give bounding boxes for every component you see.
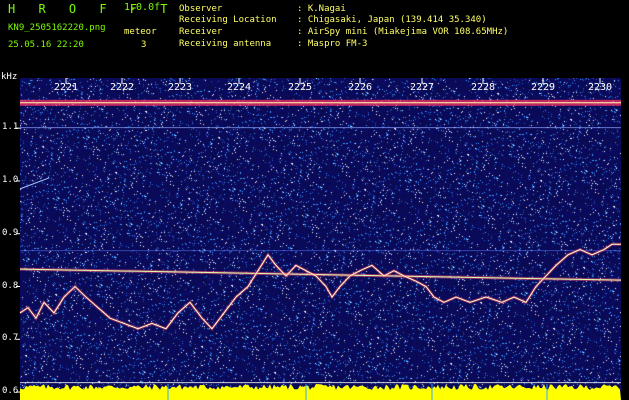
date-time: 25.05.16 22:20 bbox=[8, 40, 84, 50]
antenna-value: : Maspro FM-3 bbox=[297, 39, 368, 49]
waterfall-spectrogram bbox=[20, 78, 621, 400]
meteor-count: 3 bbox=[141, 40, 147, 50]
y-tick-label: 0.7 bbox=[2, 333, 19, 344]
y-tick-label: 0.9 bbox=[2, 227, 19, 238]
location-label: Receiving Location bbox=[179, 15, 277, 25]
y-axis-unit: kHz bbox=[1, 72, 18, 82]
y-tick-label: 0.6 bbox=[2, 386, 19, 397]
receiver-value: : AirSpy mini (Miakejima VOR 108.65MHz) bbox=[297, 27, 509, 37]
observer-value: : K.Nagai bbox=[297, 4, 346, 14]
file-name: KN9_2505162220.png bbox=[8, 23, 106, 33]
y-tick-label: 0.8 bbox=[2, 280, 19, 291]
y-tick-label: 1.1 bbox=[2, 122, 19, 133]
header-panel: H R O F F T 1.0.0f KN9_2505162220.png me… bbox=[0, 0, 629, 70]
receiver-label: Receiver bbox=[179, 27, 223, 37]
app-version: 1.0.0f bbox=[124, 2, 161, 13]
y-tick-label: 1.0 bbox=[2, 174, 19, 185]
meteor-label: meteor bbox=[124, 27, 157, 37]
antenna-label: Receiving antenna bbox=[179, 39, 272, 49]
observer-label: Observer bbox=[179, 4, 223, 14]
location-value: : Chigasaki, Japan (139.414 35.340) bbox=[297, 15, 487, 25]
